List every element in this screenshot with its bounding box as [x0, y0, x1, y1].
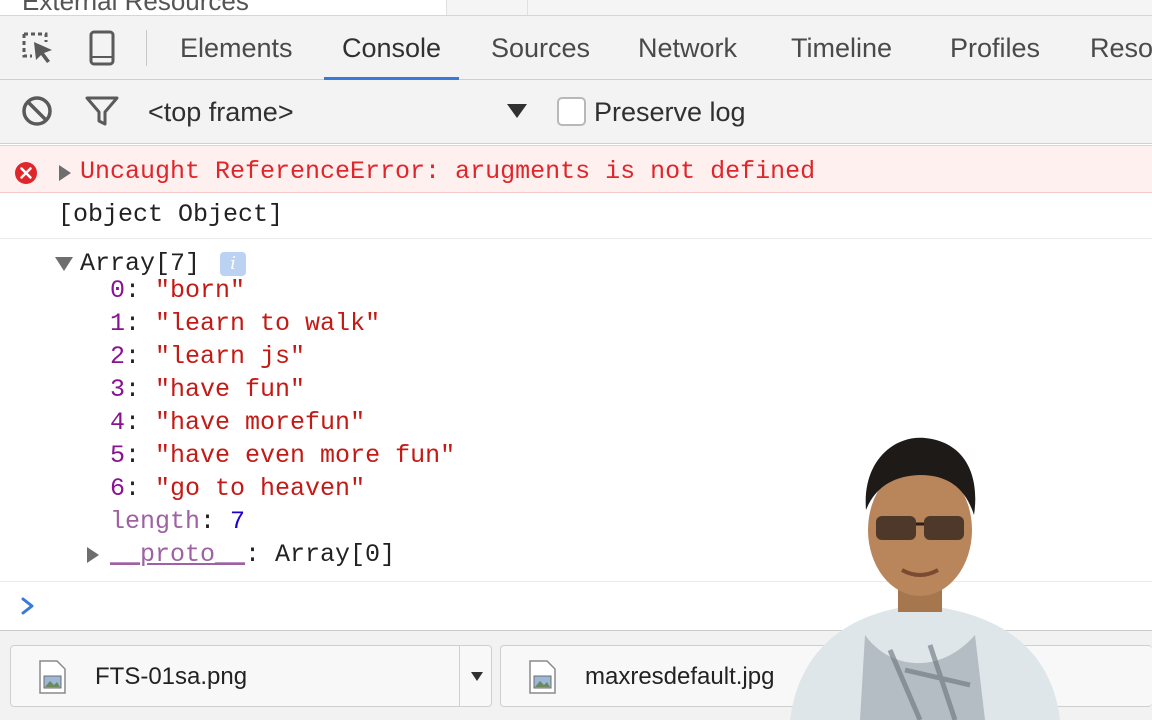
- tab-sources[interactable]: Sources: [491, 16, 590, 79]
- entry-key: 4: [110, 408, 126, 437]
- tab-resources[interactable]: Reso: [1090, 16, 1152, 79]
- tab-console[interactable]: Console: [323, 16, 460, 80]
- proto-entry[interactable]: __proto__: Array[0]: [110, 538, 395, 571]
- chevron-down-icon: [471, 672, 483, 681]
- console-toolbar: <top frame> Preserve log: [0, 80, 1152, 144]
- array-entry: 3: "have fun": [110, 375, 306, 404]
- entry-key: 1: [110, 309, 126, 338]
- entry-value: "learn js": [155, 342, 306, 371]
- page-behind-panel: [447, 0, 1152, 15]
- entry-value: "go to heaven": [155, 474, 366, 503]
- array-length-entry: length: 7: [110, 507, 246, 536]
- log-text: [object Object]: [58, 200, 284, 229]
- tab-profiles[interactable]: Profiles: [950, 16, 1040, 79]
- expand-arrow-icon[interactable]: [58, 164, 72, 182]
- array-entry: 6: "go to heaven": [110, 474, 366, 503]
- entry-value: "born": [155, 276, 246, 305]
- info-icon[interactable]: i: [220, 252, 246, 276]
- clear-console-icon[interactable]: [20, 94, 54, 128]
- toolbar-divider: [146, 30, 147, 66]
- tab-network[interactable]: Network: [638, 16, 737, 79]
- filter-icon[interactable]: [84, 94, 120, 128]
- entry-key: 6: [110, 474, 126, 503]
- array-entry: 0: "born": [110, 276, 246, 305]
- entry-value: "have morefun": [155, 408, 366, 437]
- caret-down-icon[interactable]: [506, 102, 528, 120]
- array-entry: 2: "learn js": [110, 342, 306, 371]
- array-entry: 1: "learn to walk": [110, 309, 381, 338]
- presenter-webcam-overlay: [790, 437, 1060, 720]
- proto-value: Array[0]: [275, 540, 396, 569]
- download-item[interactable]: FTS-01sa.png: [10, 645, 492, 707]
- inspect-element-icon[interactable]: [20, 30, 56, 66]
- error-text: Uncaught ReferenceError: arugments is no…: [80, 157, 816, 186]
- divider: [527, 0, 528, 15]
- error-icon: [15, 162, 37, 184]
- array-entry: 5: "have even more fun": [110, 441, 456, 470]
- entry-key: 3: [110, 375, 126, 404]
- page-behind-strip: External Resources: [0, 0, 1152, 16]
- tab-elements[interactable]: Elements: [180, 16, 293, 79]
- image-file-icon: [39, 660, 66, 694]
- array-entry: 4: "have morefun": [110, 408, 366, 437]
- device-mode-icon[interactable]: [84, 30, 120, 66]
- devtools-tab-bar: Elements Console Sources Network Timelin…: [0, 16, 1152, 80]
- prompt-chevron-icon: [21, 597, 34, 615]
- image-file-icon: [529, 660, 556, 694]
- log-message-row: [object Object]: [0, 193, 1152, 239]
- page-heading-cut: External Resources: [22, 0, 249, 16]
- divider: [446, 0, 447, 15]
- tab-timeline[interactable]: Timeline: [791, 16, 892, 79]
- entry-key: 2: [110, 342, 126, 371]
- entry-key: 5: [110, 441, 126, 470]
- entry-key: 0: [110, 276, 126, 305]
- download-file-name: FTS-01sa.png: [95, 663, 248, 690]
- entry-value: "have fun": [155, 375, 306, 404]
- entry-value: "learn to walk": [155, 309, 381, 338]
- download-file-name: maxresdefault.jpg: [585, 663, 775, 690]
- length-value: 7: [230, 507, 246, 536]
- error-message-row: Uncaught ReferenceError: arugments is no…: [0, 145, 1152, 193]
- length-key: length: [110, 507, 201, 536]
- preserve-log-label[interactable]: Preserve log: [594, 80, 746, 144]
- collapse-arrow-icon[interactable]: [54, 256, 74, 272]
- proto-key: __proto__: [110, 540, 246, 569]
- expand-arrow-icon[interactable]: [86, 546, 100, 564]
- preserve-log-checkbox[interactable]: [557, 97, 586, 126]
- download-menu-button[interactable]: [459, 646, 493, 706]
- context-selector[interactable]: <top frame>: [148, 80, 294, 144]
- entry-value: "have even more fun": [155, 441, 456, 470]
